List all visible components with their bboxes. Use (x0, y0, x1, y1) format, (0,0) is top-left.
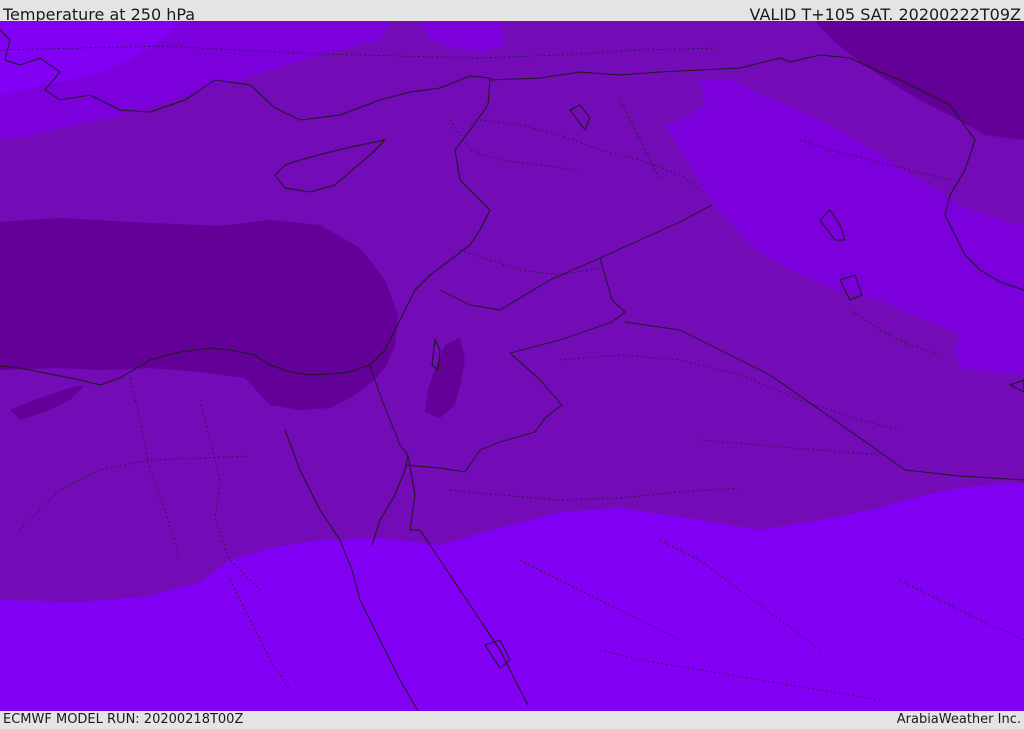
model-run-label: ECMWF MODEL RUN: 20200218T00Z (3, 712, 244, 727)
map-panel (0, 21, 1024, 711)
map-figure: Temperature at 250 hPa VALID T+105 SAT. … (0, 0, 1024, 729)
header-bar: Temperature at 250 hPa VALID T+105 SAT. … (0, 0, 1024, 24)
temperature-map-svg (0, 21, 1024, 711)
credit-label: ArabiaWeather Inc. (896, 712, 1021, 727)
footer-bar: ECMWF MODEL RUN: 20200218T00Z ArabiaWeat… (0, 711, 1024, 729)
